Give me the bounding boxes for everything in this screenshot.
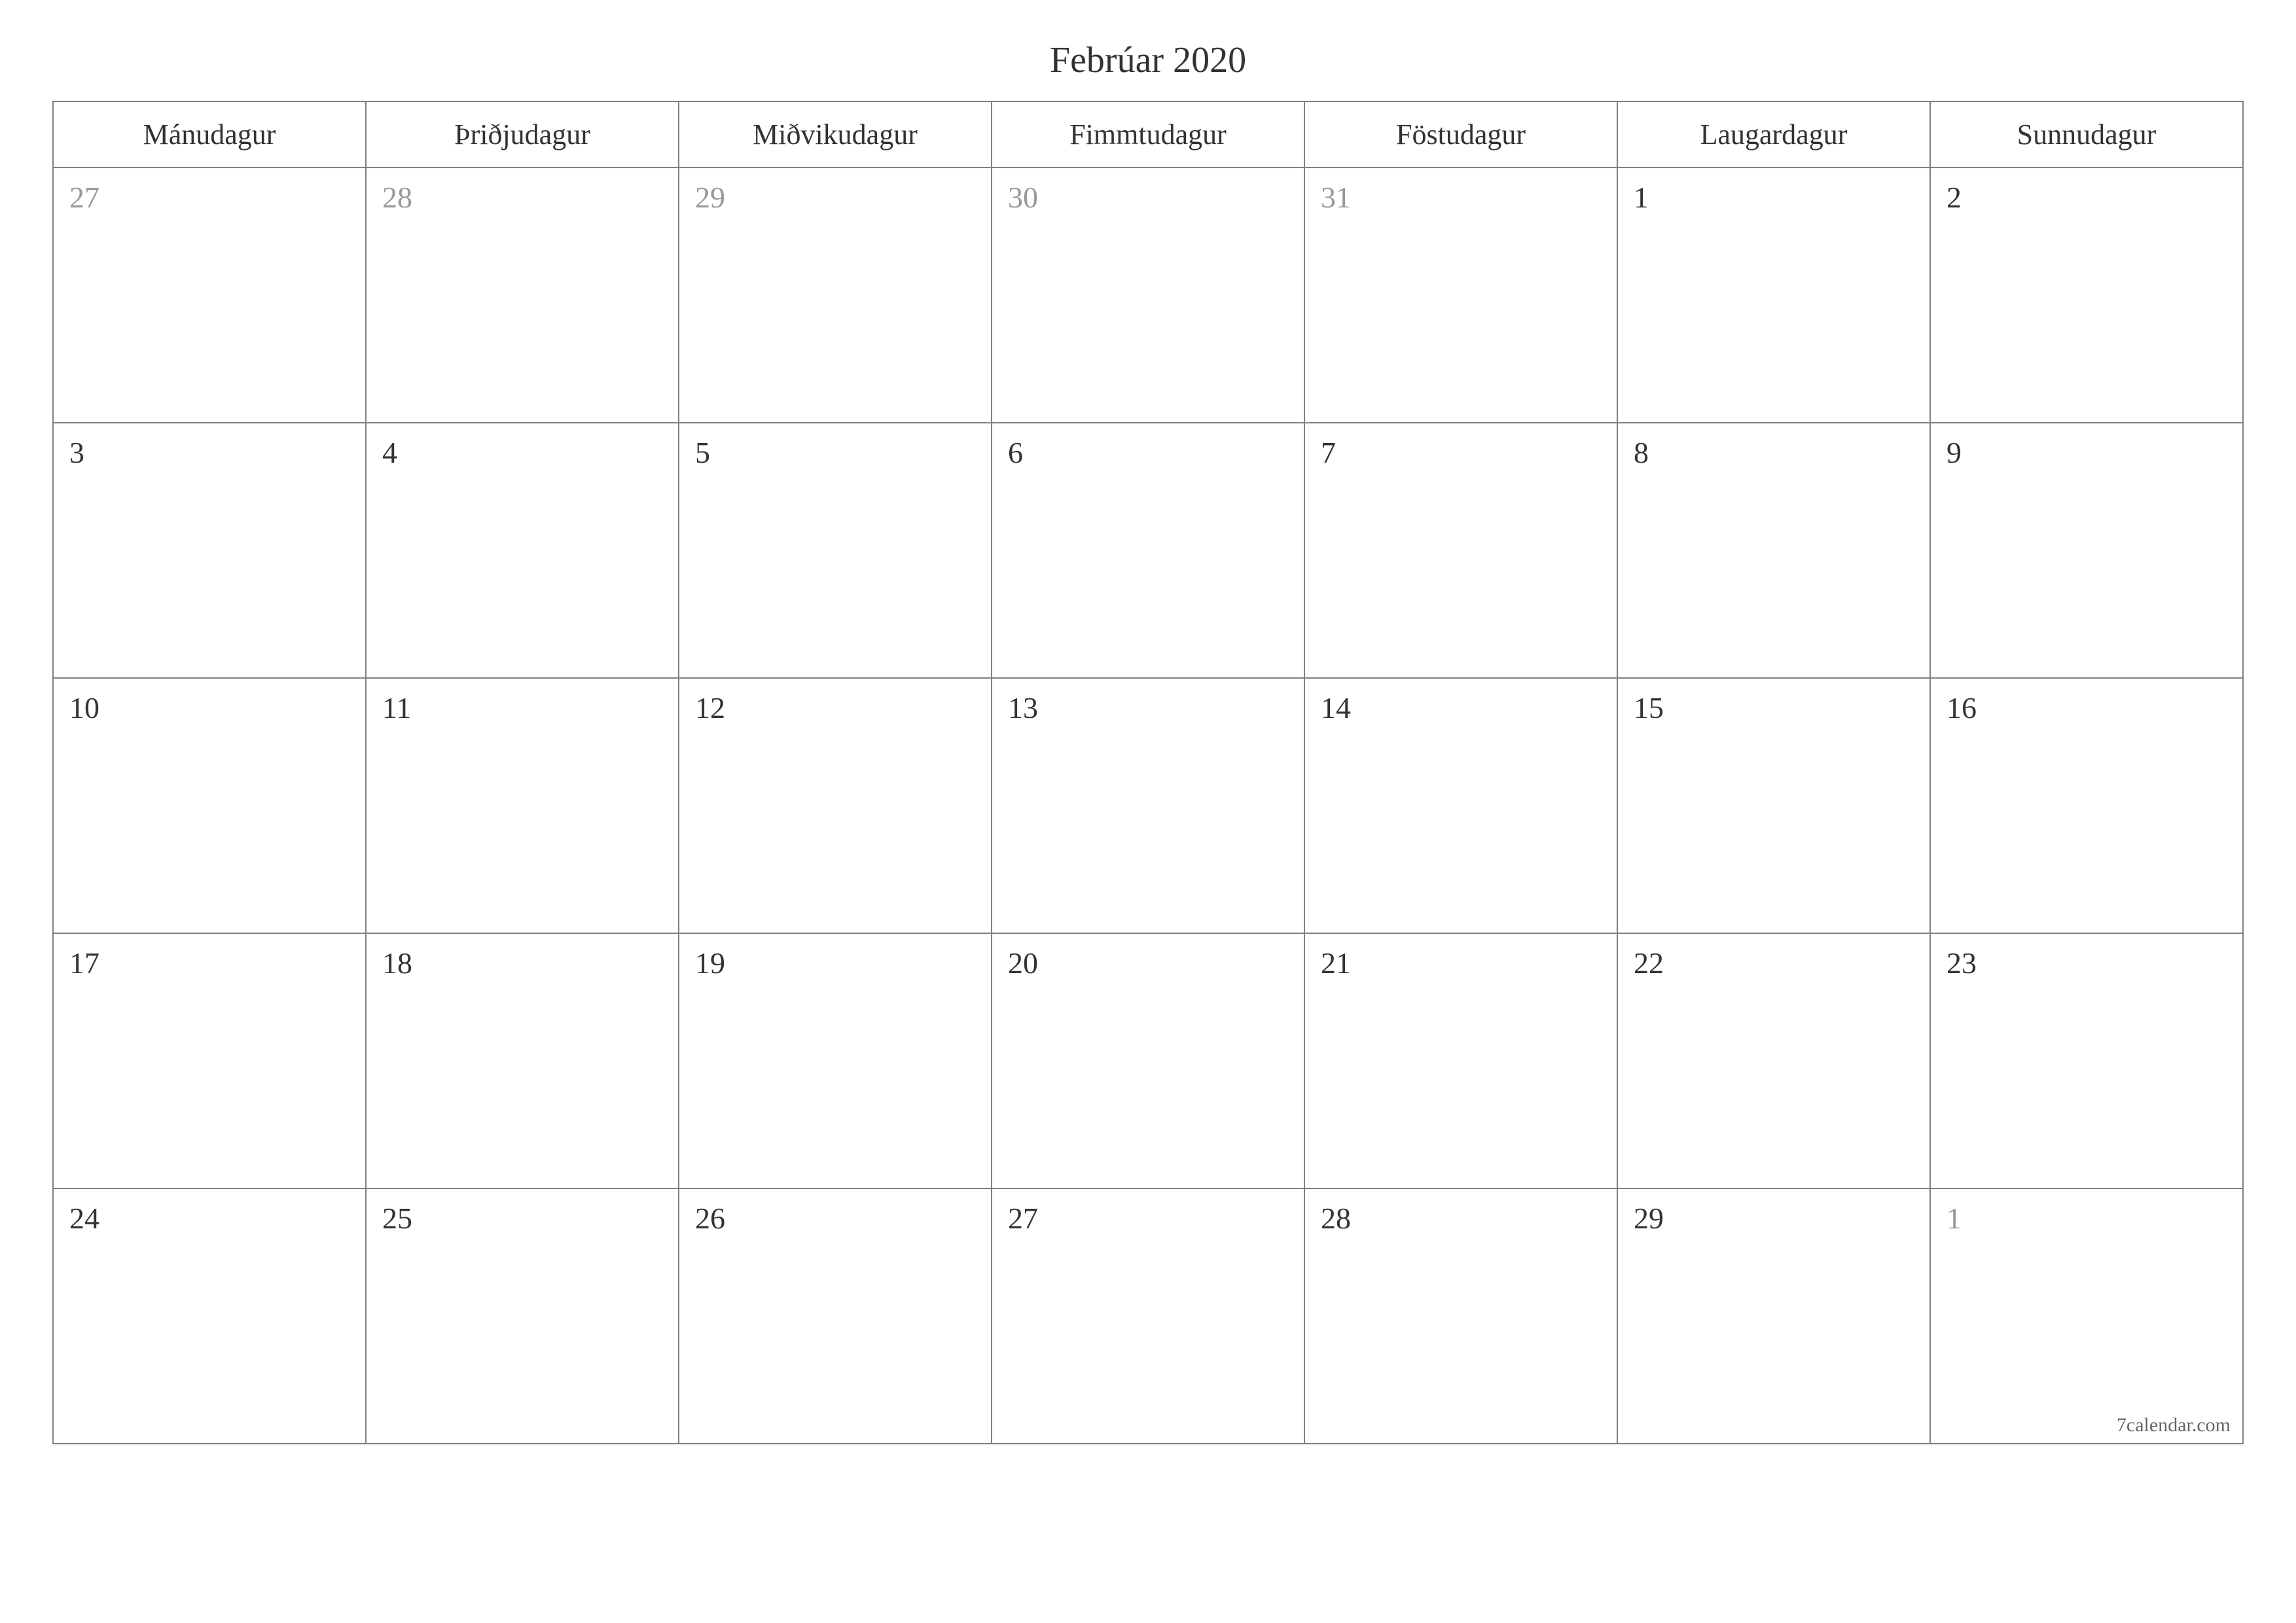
calendar-day-cell: 3 bbox=[53, 423, 366, 678]
day-number: 24 bbox=[69, 1202, 99, 1235]
day-number: 29 bbox=[695, 181, 725, 214]
day-number: 5 bbox=[695, 436, 710, 469]
calendar-day-cell: 16 bbox=[1930, 678, 2243, 933]
calendar-day-cell: 23 bbox=[1930, 933, 2243, 1188]
calendar-day-cell: 4 bbox=[366, 423, 679, 678]
calendar-day-cell: 31 bbox=[1304, 168, 1617, 423]
day-number: 19 bbox=[695, 946, 725, 980]
calendar-day-cell: 30 bbox=[992, 168, 1304, 423]
day-number: 12 bbox=[695, 691, 725, 724]
calendar-day-cell: 12 bbox=[679, 678, 992, 933]
weekday-header-row: Mánudagur Þriðjudagur Miðvikudagur Fimmt… bbox=[53, 101, 2243, 168]
calendar-day-cell: 27 bbox=[53, 168, 366, 423]
calendar-week-row: 3 4 5 6 7 8 9 bbox=[53, 423, 2243, 678]
calendar-day-cell: 20 bbox=[992, 933, 1304, 1188]
calendar-day-cell: 28 bbox=[1304, 1188, 1617, 1444]
day-number: 29 bbox=[1634, 1202, 1664, 1235]
day-number: 14 bbox=[1321, 691, 1351, 724]
calendar-day-cell: 24 bbox=[53, 1188, 366, 1444]
day-number: 26 bbox=[695, 1202, 725, 1235]
day-number: 1 bbox=[1946, 1202, 1962, 1235]
day-number: 23 bbox=[1946, 946, 1977, 980]
calendar-day-cell: 15 bbox=[1617, 678, 1930, 933]
weekday-header: Mánudagur bbox=[53, 101, 366, 168]
calendar-week-row: 27 28 29 30 31 1 2 bbox=[53, 168, 2243, 423]
day-number: 13 bbox=[1008, 691, 1038, 724]
calendar-title: Febrúar 2020 bbox=[52, 39, 2244, 81]
calendar-week-row: 24 25 26 27 28 29 1 7calendar.com bbox=[53, 1188, 2243, 1444]
calendar-day-cell: 29 bbox=[1617, 1188, 1930, 1444]
day-number: 11 bbox=[382, 691, 411, 724]
calendar-day-cell: 21 bbox=[1304, 933, 1617, 1188]
calendar-day-cell: 6 bbox=[992, 423, 1304, 678]
calendar-day-cell: 1 7calendar.com bbox=[1930, 1188, 2243, 1444]
calendar-day-cell: 28 bbox=[366, 168, 679, 423]
day-number: 28 bbox=[1321, 1202, 1351, 1235]
weekday-header: Sunnudagur bbox=[1930, 101, 2243, 168]
day-number: 22 bbox=[1634, 946, 1664, 980]
day-number: 20 bbox=[1008, 946, 1038, 980]
day-number: 17 bbox=[69, 946, 99, 980]
calendar-day-cell: 9 bbox=[1930, 423, 2243, 678]
calendar-day-cell: 11 bbox=[366, 678, 679, 933]
calendar-week-row: 10 11 12 13 14 15 16 bbox=[53, 678, 2243, 933]
weekday-header: Fimmtudagur bbox=[992, 101, 1304, 168]
day-number: 21 bbox=[1321, 946, 1351, 980]
calendar-day-cell: 1 bbox=[1617, 168, 1930, 423]
day-number: 8 bbox=[1634, 436, 1649, 469]
calendar-day-cell: 2 bbox=[1930, 168, 2243, 423]
calendar-day-cell: 5 bbox=[679, 423, 992, 678]
day-number: 27 bbox=[1008, 1202, 1038, 1235]
calendar-day-cell: 25 bbox=[366, 1188, 679, 1444]
day-number: 10 bbox=[69, 691, 99, 724]
day-number: 30 bbox=[1008, 181, 1038, 214]
day-number: 25 bbox=[382, 1202, 412, 1235]
weekday-header: Föstudagur bbox=[1304, 101, 1617, 168]
day-number: 16 bbox=[1946, 691, 1977, 724]
calendar-day-cell: 29 bbox=[679, 168, 992, 423]
day-number: 3 bbox=[69, 436, 84, 469]
calendar-day-cell: 10 bbox=[53, 678, 366, 933]
calendar-day-cell: 8 bbox=[1617, 423, 1930, 678]
weekday-header: Laugardagur bbox=[1617, 101, 1930, 168]
calendar-day-cell: 22 bbox=[1617, 933, 1930, 1188]
calendar-day-cell: 19 bbox=[679, 933, 992, 1188]
day-number: 27 bbox=[69, 181, 99, 214]
footer-credit: 7calendar.com bbox=[2117, 1414, 2231, 1436]
calendar-day-cell: 14 bbox=[1304, 678, 1617, 933]
calendar-day-cell: 7 bbox=[1304, 423, 1617, 678]
weekday-header: Þriðjudagur bbox=[366, 101, 679, 168]
day-number: 28 bbox=[382, 181, 412, 214]
day-number: 7 bbox=[1321, 436, 1336, 469]
day-number: 31 bbox=[1321, 181, 1351, 214]
day-number: 15 bbox=[1634, 691, 1664, 724]
calendar-day-cell: 26 bbox=[679, 1188, 992, 1444]
calendar-day-cell: 18 bbox=[366, 933, 679, 1188]
calendar-day-cell: 13 bbox=[992, 678, 1304, 933]
calendar-day-cell: 17 bbox=[53, 933, 366, 1188]
day-number: 6 bbox=[1008, 436, 1023, 469]
day-number: 4 bbox=[382, 436, 397, 469]
day-number: 2 bbox=[1946, 181, 1962, 214]
day-number: 1 bbox=[1634, 181, 1649, 214]
calendar-body: 2728293031123456789101112131415161718192… bbox=[53, 168, 2243, 1444]
calendar-week-row: 17 18 19 20 21 22 23 bbox=[53, 933, 2243, 1188]
day-number: 9 bbox=[1946, 436, 1962, 469]
day-number: 18 bbox=[382, 946, 412, 980]
calendar-day-cell: 27 bbox=[992, 1188, 1304, 1444]
weekday-header: Miðvikudagur bbox=[679, 101, 992, 168]
calendar-table: Mánudagur Þriðjudagur Miðvikudagur Fimmt… bbox=[52, 101, 2244, 1444]
